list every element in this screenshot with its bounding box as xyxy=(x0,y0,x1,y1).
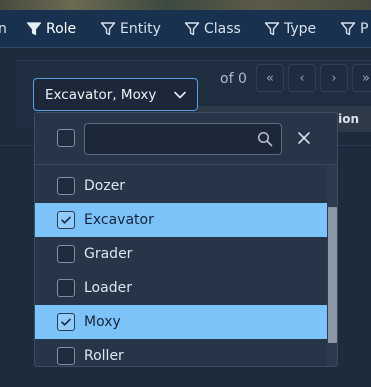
option-label: Roller xyxy=(84,348,124,364)
multiselect-dropdown: Dozer Excavator Grader Loader Moxy Rolle… xyxy=(34,112,338,367)
filter-icon xyxy=(264,22,280,36)
option-checkbox[interactable] xyxy=(57,313,75,331)
filter-label: Type xyxy=(284,21,317,37)
option-moxy[interactable]: Moxy xyxy=(35,305,327,339)
close-icon xyxy=(298,132,310,144)
search-icon xyxy=(257,131,273,147)
option-checkbox[interactable] xyxy=(57,279,75,297)
filter-column-role[interactable]: Role xyxy=(26,10,76,48)
filter-column-class[interactable]: Class xyxy=(184,10,241,48)
option-checkbox[interactable] xyxy=(57,245,75,263)
close-button[interactable] xyxy=(293,127,315,149)
role-multiselect[interactable]: Excavator, Moxy xyxy=(33,78,198,111)
dropdown-header xyxy=(35,113,337,165)
filter-label: Class xyxy=(204,21,241,37)
option-excavator[interactable]: Excavator xyxy=(35,203,327,237)
filter-column-partial[interactable]: n xyxy=(0,10,7,48)
filter-column-type[interactable]: Type xyxy=(264,10,316,48)
pager-count: of 0 xyxy=(220,71,247,87)
option-label: Loader xyxy=(84,280,132,296)
filter-label: Role xyxy=(46,21,77,37)
option-dozer[interactable]: Dozer xyxy=(35,169,327,203)
filter-label: n xyxy=(0,21,7,37)
option-checkbox[interactable] xyxy=(57,347,75,365)
option-grader[interactable]: Grader xyxy=(35,237,327,271)
filter-label: Entity xyxy=(120,21,161,37)
select-value: Excavator, Moxy xyxy=(45,86,157,103)
filter-icon xyxy=(26,22,42,36)
options-list: Dozer Excavator Grader Loader Moxy Rolle… xyxy=(35,169,327,366)
scrollbar-thumb[interactable] xyxy=(328,207,337,343)
option-roller[interactable]: Roller xyxy=(35,339,327,366)
option-loader[interactable]: Loader xyxy=(35,271,327,305)
option-label: Moxy xyxy=(84,314,121,330)
checkmark-icon xyxy=(61,216,71,224)
filter-column-entity[interactable]: Entity xyxy=(100,10,161,48)
filter-bar: n Role Entity Class Type P xyxy=(0,10,371,48)
option-label: Dozer xyxy=(84,178,126,194)
dropdown-scrollbar[interactable] xyxy=(327,165,337,366)
filter-icon xyxy=(100,22,116,36)
pager-last-button[interactable]: » xyxy=(352,64,371,92)
filter-icon xyxy=(184,22,200,36)
option-checkbox[interactable] xyxy=(57,211,75,229)
chevron-down-icon xyxy=(174,91,186,98)
dropdown-search-input[interactable] xyxy=(84,123,282,155)
filter-label: P xyxy=(360,21,369,37)
option-checkbox[interactable] xyxy=(57,177,75,195)
select-all-checkbox[interactable] xyxy=(57,129,75,147)
pager-next-button[interactable]: › xyxy=(320,64,348,92)
checkmark-icon xyxy=(61,318,71,326)
option-label: Excavator xyxy=(84,212,154,228)
pager-first-button[interactable]: « xyxy=(256,64,284,92)
option-label: Grader xyxy=(84,246,133,262)
filter-icon xyxy=(340,22,356,36)
pager-prev-button[interactable]: ‹ xyxy=(288,64,316,92)
background-photo-strip xyxy=(0,0,371,10)
filter-column-partial-right[interactable]: P xyxy=(340,10,368,48)
